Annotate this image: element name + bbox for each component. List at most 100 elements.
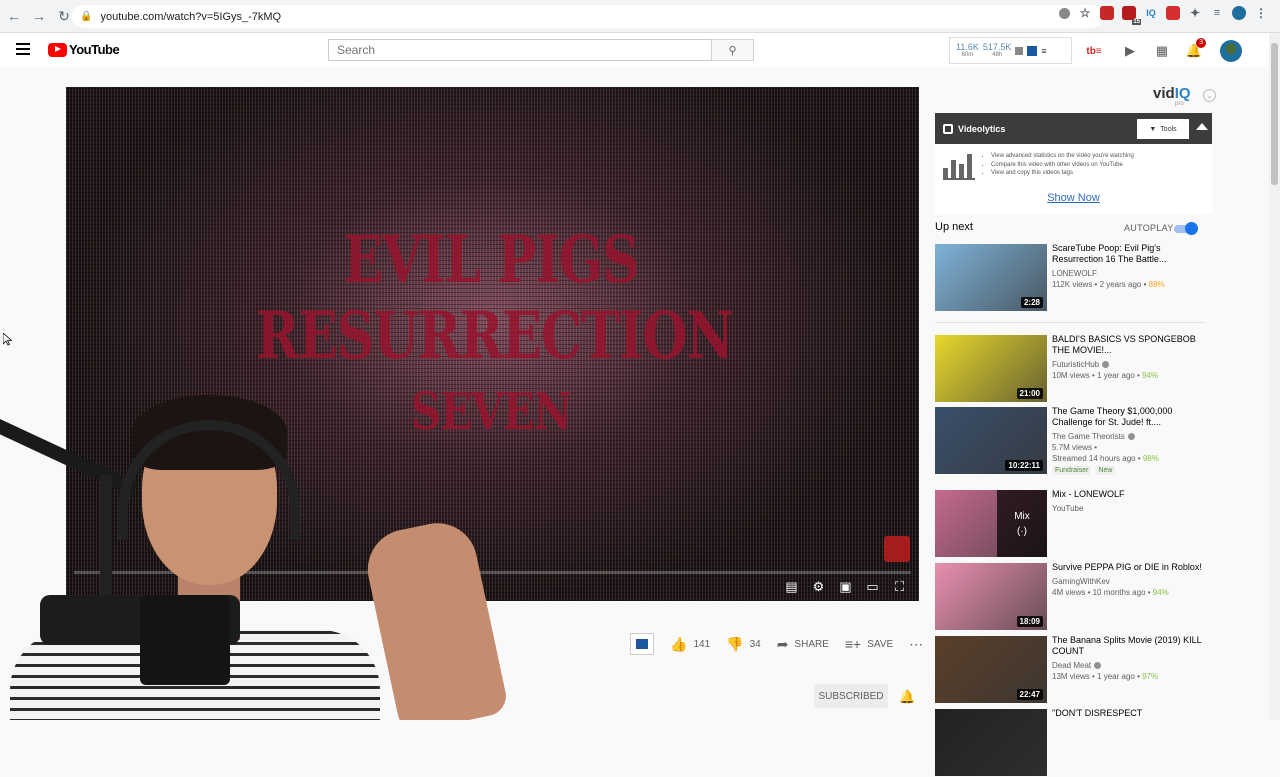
video-thumbnail[interactable]: 2:28 bbox=[935, 244, 1047, 311]
ext-badge: 15 bbox=[1132, 19, 1141, 25]
playlist-add-icon: ≡+ bbox=[844, 636, 862, 652]
recommendation-meta: The Banana Splits Movie (2019) KILL COUN… bbox=[1052, 635, 1202, 681]
video-duration: 21:00 bbox=[1016, 388, 1043, 399]
scrollbar-thumb[interactable] bbox=[1271, 43, 1278, 185]
url-text: youtube.com/watch?v=5IGys_-7kMQ bbox=[100, 10, 282, 23]
channel-name: LONEWOLF bbox=[1052, 269, 1097, 278]
youtube-logo[interactable]: YouTube bbox=[48, 42, 120, 57]
recommendation-item[interactable]: 18:09 Survive PEPPA PIG or DIE in Roblox!… bbox=[935, 562, 1205, 631]
theater-mode-icon[interactable]: ▭ bbox=[865, 579, 880, 594]
subscribed-button[interactable]: SUBSCRIBED bbox=[814, 684, 888, 708]
youtube-play-icon bbox=[48, 42, 67, 57]
recommendation-item[interactable]: 2:28 ScareTube Poop: Evil Pig's Resurrect… bbox=[935, 243, 1205, 312]
stat-48h: 517.5K 48h bbox=[982, 42, 1012, 59]
info-icon[interactable] bbox=[1059, 7, 1070, 19]
puzzle-icon[interactable]: ✦ bbox=[1188, 6, 1202, 20]
views-text: 4M views • 10 months ago • bbox=[1052, 588, 1153, 597]
recommendation-item[interactable]: Mix (·) Mix - LONEWOLF YouTube bbox=[935, 489, 1205, 558]
recommendation-title[interactable]: The Game Theory $1,000,000 Challenge for… bbox=[1052, 406, 1202, 428]
subscription-bell-icon[interactable]: 🔔 bbox=[899, 689, 915, 705]
more-actions-button[interactable]: ⋯ bbox=[909, 636, 923, 653]
page-scrollbar[interactable] bbox=[1269, 33, 1280, 720]
address-bar[interactable]: 🔒 youtube.com/watch?v=5IGys_-7kMQ bbox=[72, 5, 1104, 28]
microphone bbox=[140, 595, 230, 685]
apps-grid-icon[interactable]: ▦ bbox=[1152, 41, 1172, 61]
extension-icon-2[interactable] bbox=[1166, 6, 1180, 20]
vidiq-play-icon[interactable] bbox=[1027, 45, 1038, 56]
video-thumbnail[interactable]: 22:47 bbox=[935, 636, 1047, 703]
bar-chart-icon bbox=[943, 154, 975, 180]
stat-value: 11.6K bbox=[956, 42, 979, 52]
recommendation-title[interactable]: ScareTube Poop: Evil Pig's Resurrection … bbox=[1052, 243, 1202, 265]
recommendation-item[interactable]: 21:00 BALDI'S BASICS VS SPONGEBOB THE MOV… bbox=[935, 334, 1205, 403]
vidiq-realtime-stats[interactable]: 11.6K 60m 517.5K 48h ≡ bbox=[949, 37, 1072, 64]
dislike-button[interactable]: 👎 34 bbox=[726, 636, 761, 653]
fullscreen-icon[interactable]: ⛶ bbox=[892, 579, 907, 594]
videolytics-header: Videolytics ▼ Tools bbox=[935, 113, 1212, 144]
captions-icon[interactable]: ▤ bbox=[784, 579, 799, 594]
vidiq-brand-iq: IQ bbox=[1174, 85, 1191, 102]
recommendation-channel[interactable]: FuturisticHub bbox=[1052, 360, 1202, 369]
list-icon[interactable]: ≡ bbox=[1041, 46, 1046, 56]
stat-label: 48h bbox=[992, 52, 1003, 58]
recommendation-views: 5.7M views • bbox=[1052, 443, 1202, 452]
create-video-icon[interactable]: ▶ bbox=[1120, 41, 1140, 61]
recommendation-channel[interactable]: LONEWOLF bbox=[1052, 269, 1202, 278]
back-icon[interactable]: ← bbox=[3, 5, 25, 27]
forward-icon[interactable]: → bbox=[28, 5, 50, 27]
menu-icon[interactable] bbox=[16, 43, 30, 55]
share-label: SHARE bbox=[794, 638, 829, 650]
chevron-down-icon[interactable]: ⌄ bbox=[1203, 89, 1216, 102]
recommendation-title[interactable]: "DON'T DISRESPECT bbox=[1052, 708, 1202, 719]
reading-list-icon[interactable]: ≡ bbox=[1210, 6, 1224, 20]
search-input[interactable] bbox=[328, 39, 712, 61]
recommendation-title[interactable]: BALDI'S BASICS VS SPONGEBOB THE MOVIE!..… bbox=[1052, 334, 1202, 356]
recommendation-item[interactable]: 10:22:11 The Game Theory $1,000,000 Chall… bbox=[935, 406, 1205, 475]
profile-avatar-icon[interactable] bbox=[1232, 6, 1246, 20]
recommendation-title[interactable]: Survive PEPPA PIG or DIE in Roblox! bbox=[1052, 562, 1202, 573]
notifications-bell-icon[interactable]: 🔔 3 bbox=[1184, 38, 1206, 61]
extension-icon[interactable] bbox=[1100, 6, 1114, 20]
recommendation-channel[interactable]: Dead Meat bbox=[1052, 661, 1202, 670]
extension-badge-icon[interactable]: 15 bbox=[1122, 6, 1141, 25]
recommendation-title[interactable]: The Banana Splits Movie (2019) KILL COUN… bbox=[1052, 635, 1202, 657]
tools-dropdown[interactable]: ▼ Tools bbox=[1137, 119, 1189, 139]
channel-watermark-icon[interactable] bbox=[884, 536, 910, 562]
account-avatar[interactable] bbox=[1220, 40, 1242, 62]
recommendation-channel[interactable]: YouTube bbox=[1052, 504, 1202, 513]
vidiq-ext-icon[interactable]: IQ bbox=[1144, 6, 1158, 20]
mic-stand bbox=[100, 475, 112, 615]
collapse-icon[interactable] bbox=[1196, 123, 1208, 130]
recommendation-channel[interactable]: GamingWithKev bbox=[1052, 577, 1202, 586]
video-duration: 18:09 bbox=[1016, 616, 1043, 627]
autoplay-toggle[interactable] bbox=[1172, 222, 1198, 235]
settings-gear-icon[interactable]: ⚙ bbox=[811, 579, 826, 594]
vidiq-channel-icon[interactable]: tb≡ bbox=[1080, 41, 1108, 61]
share-button[interactable]: ➦ SHARE bbox=[777, 636, 829, 653]
channel-name: The Game Theorists bbox=[1052, 432, 1125, 441]
video-thumbnail[interactable]: 10:22:11 bbox=[935, 407, 1047, 474]
vidiq-video-icon[interactable] bbox=[630, 633, 654, 655]
video-thumbnail[interactable]: 21:00 bbox=[935, 335, 1047, 402]
recommendation-item[interactable]: "DON'T DISRESPECT bbox=[935, 708, 1205, 777]
show-now-link[interactable]: Show Now bbox=[935, 192, 1212, 204]
kebab-menu-icon[interactable]: ⋮ bbox=[1254, 6, 1268, 20]
thumbs-down-icon: 👎 bbox=[726, 635, 744, 652]
recommendation-channel[interactable]: The Game Theorists bbox=[1052, 432, 1202, 441]
like-button[interactable]: 👍 141 bbox=[670, 636, 710, 653]
star-icon[interactable]: ☆ bbox=[1078, 6, 1092, 20]
recommendation-item[interactable]: 22:47 The Banana Splits Movie (2019) KILL… bbox=[935, 635, 1205, 704]
like-ratio: 98% bbox=[1142, 454, 1159, 463]
stats-chart-icon[interactable] bbox=[1015, 46, 1024, 55]
video-thumbnail[interactable] bbox=[935, 709, 1047, 776]
miniplayer-icon[interactable]: ▣ bbox=[838, 579, 853, 594]
video-thumbnail[interactable]: Mix (·) bbox=[935, 490, 1047, 557]
search-icon[interactable]: ⚲ bbox=[711, 39, 754, 61]
video-thumbnail[interactable]: 18:09 bbox=[935, 563, 1047, 630]
bullet-item: View and copy this videos tags bbox=[991, 169, 1134, 178]
stat-value: 517.5K bbox=[982, 42, 1012, 52]
logo-text: YouTube bbox=[69, 42, 120, 57]
recommendation-title[interactable]: Mix - LONEWOLF bbox=[1052, 489, 1202, 500]
recommendation-meta: Mix - LONEWOLF YouTube bbox=[1052, 489, 1202, 513]
save-button[interactable]: ≡+ SAVE bbox=[845, 636, 893, 652]
